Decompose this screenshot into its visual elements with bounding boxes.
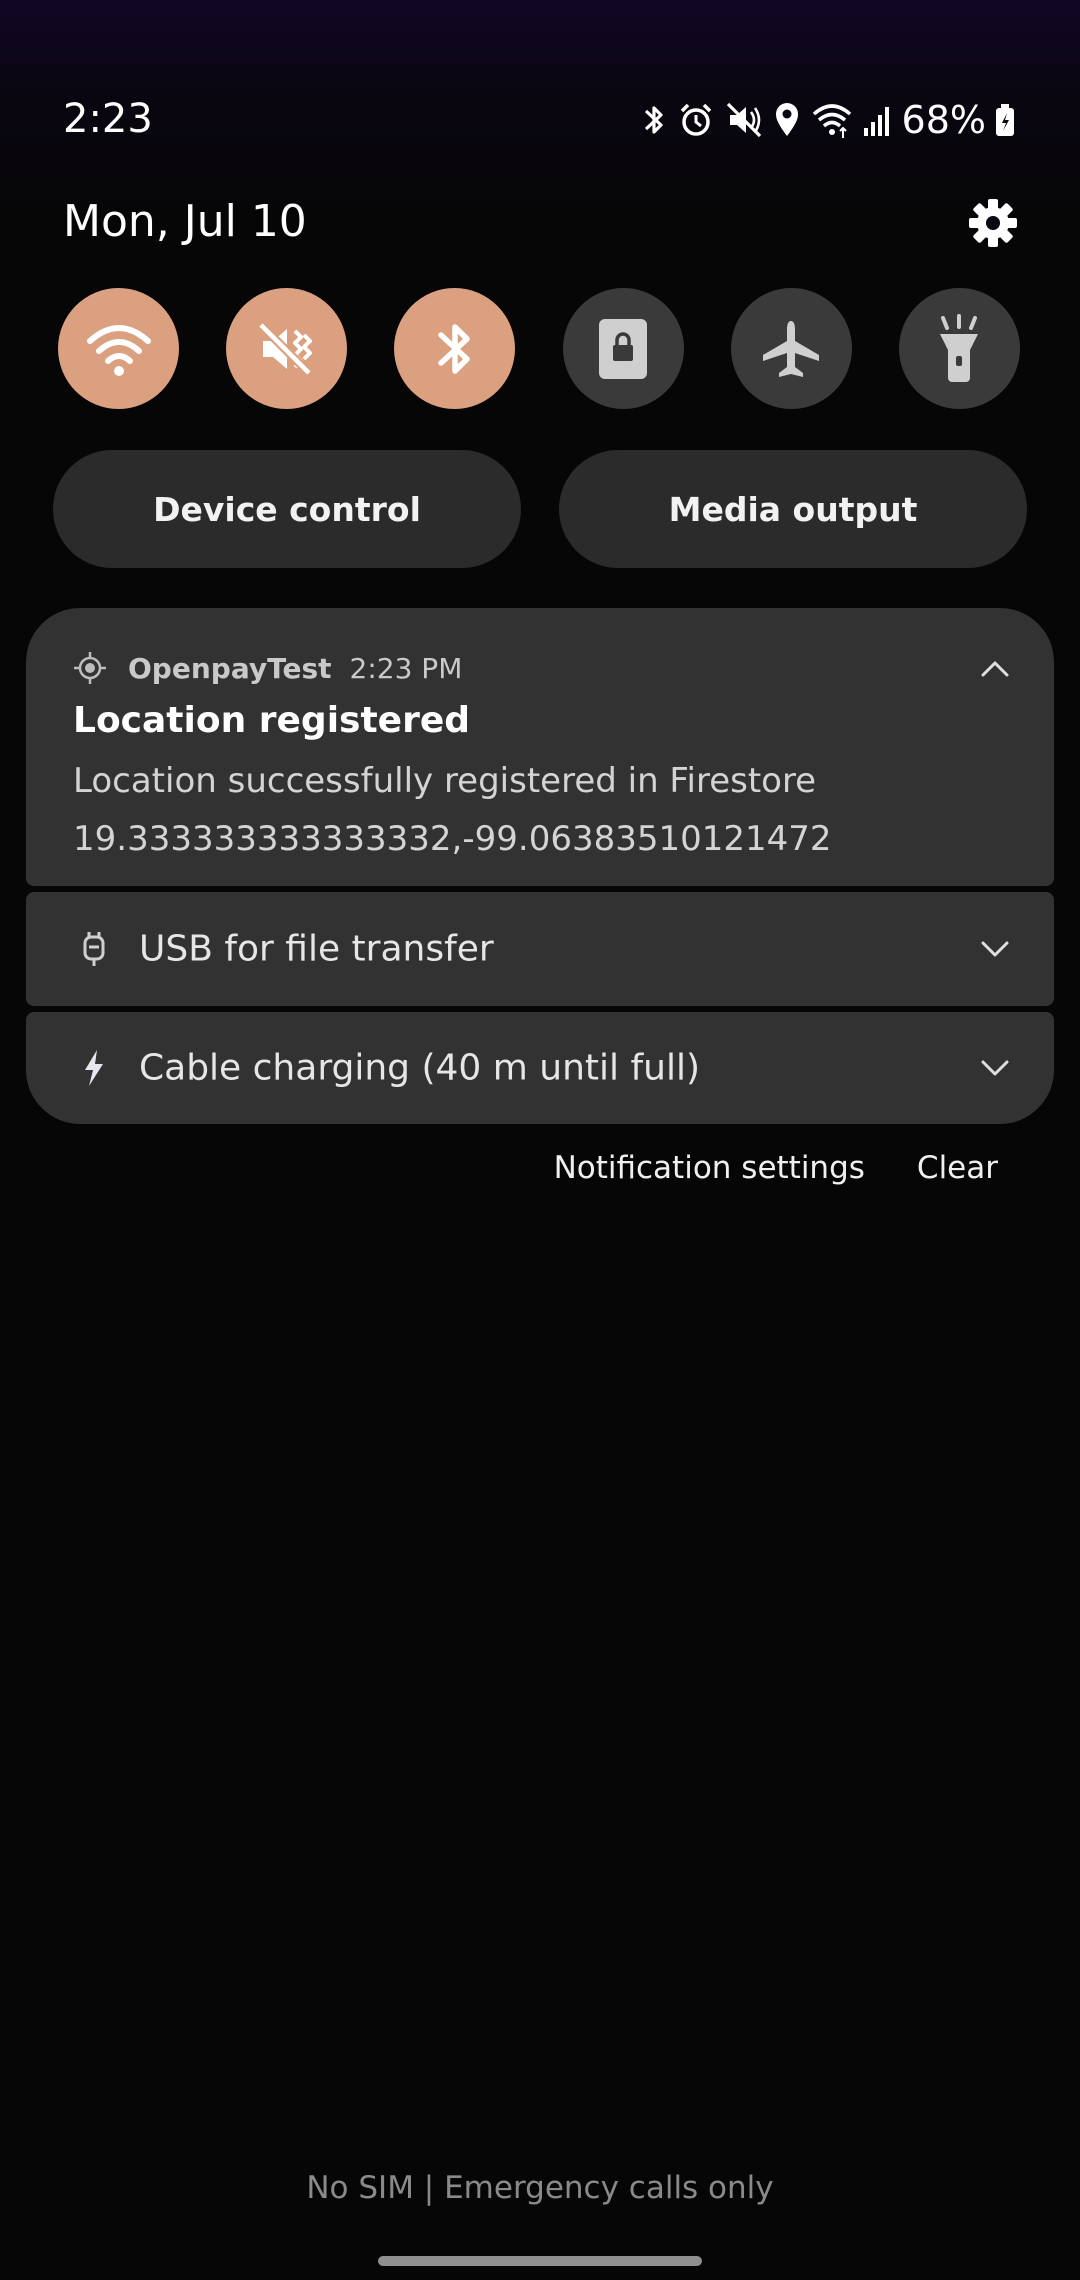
notification-settings-button[interactable]: Notification settings [554, 1150, 865, 1186]
usb-notification[interactable]: USB for file transfer [26, 892, 1054, 1006]
qs-sound-toggle[interactable] [226, 288, 348, 409]
notification-time: 2:23 PM [349, 651, 463, 685]
notification-coordinates: 19.333333333333332,-99.06383510121472 [73, 819, 832, 859]
notification-body-line: Location successfully registered in Fire… [73, 761, 817, 801]
gear-icon [969, 199, 1017, 247]
carrier-status: No SIM | Emergency calls only [306, 2170, 774, 2206]
charging-label: Cable charging (40 m until full) [139, 1047, 700, 1089]
clear-button[interactable]: Clear [917, 1150, 998, 1186]
status-bar: 2:23 68% [0, 90, 1080, 150]
qs-airplane-toggle[interactable] [730, 288, 852, 409]
quick-settings-row [58, 288, 1020, 410]
notification-app-name: OpenpayTest [128, 651, 332, 685]
status-clock: 2:23 [63, 96, 153, 142]
qs-flashlight-toggle[interactable] [898, 288, 1020, 409]
notification-header: OpenpayTest 2:23 PM [72, 650, 462, 686]
expand-button[interactable] [970, 1043, 1020, 1093]
bluetooth-icon [438, 323, 470, 374]
lock-icon [599, 318, 648, 379]
notification-shade: 2:23 68% Mon, Jul 10 Device control Medi… [0, 0, 1080, 2280]
expand-button[interactable] [970, 924, 1020, 974]
battery-icon [996, 104, 1014, 136]
media-output-button[interactable]: Media output [559, 450, 1027, 568]
notification-actions: Notification settings Clear [554, 1150, 998, 1186]
wifi-icon [812, 104, 851, 138]
status-icons: 68% [640, 98, 1016, 142]
notification-card[interactable]: OpenpayTest 2:23 PM Location registered … [26, 608, 1054, 886]
usb-icon [74, 929, 114, 969]
collapse-button[interactable] [970, 644, 1020, 694]
usb-label: USB for file transfer [139, 928, 494, 970]
qs-wifi-toggle[interactable] [58, 288, 179, 409]
chevron-down-icon [981, 941, 1009, 957]
qs-rotation-lock-toggle[interactable] [562, 288, 684, 409]
battery-percent: 68% [901, 98, 986, 142]
notification-title: Location registered [73, 700, 471, 741]
chevron-up-icon [981, 661, 1009, 677]
date-label: Mon, Jul 10 [63, 196, 307, 247]
mute-icon [257, 321, 312, 376]
location-crosshair-icon [74, 652, 106, 684]
bluetooth-icon [644, 106, 663, 134]
mute-icon [726, 102, 761, 138]
flashlight-icon [940, 313, 979, 382]
qs-bluetooth-toggle[interactable] [394, 288, 516, 409]
notification-body: Location successfully registered in Fire… [73, 752, 832, 868]
location-icon [775, 103, 798, 136]
chevron-down-icon [981, 1060, 1009, 1076]
gesture-handle[interactable] [378, 2256, 702, 2266]
signal-icon [863, 107, 889, 136]
alarm-icon [680, 103, 711, 136]
shortcut-pills: Device control Media output [53, 450, 1027, 568]
charging-notification[interactable]: Cable charging (40 m until full) [26, 1012, 1054, 1124]
wifi-icon [86, 324, 151, 376]
lightning-icon [74, 1048, 114, 1088]
settings-button[interactable] [958, 188, 1028, 258]
airplane-icon [763, 320, 820, 377]
device-control-button[interactable]: Device control [53, 450, 521, 568]
